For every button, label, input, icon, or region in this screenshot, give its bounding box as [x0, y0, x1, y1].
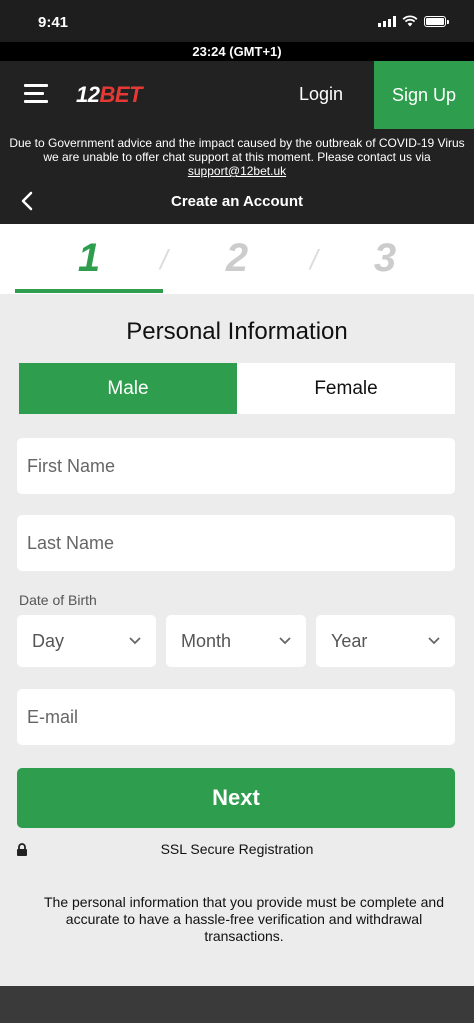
- logo-text: BET: [99, 82, 142, 107]
- chevron-down-icon: [129, 637, 141, 645]
- day-select[interactable]: Day: [17, 615, 156, 667]
- status-icons: [378, 15, 449, 27]
- brand-logo[interactable]: 12BET: [76, 82, 142, 108]
- month-select-label: Month: [181, 630, 232, 651]
- step-1: 1: [77, 236, 101, 280]
- signal-icon: [378, 15, 396, 27]
- gender-toggle: Male Female: [19, 363, 455, 414]
- month-select[interactable]: Month: [166, 615, 306, 667]
- signup-button[interactable]: Sign Up: [374, 61, 474, 129]
- step-indicator: 1 / 2 / 3: [0, 224, 474, 294]
- logo-number: 12: [76, 82, 100, 107]
- ssl-note: SSL Secure Registration: [160, 841, 314, 857]
- step-3: 3: [373, 236, 397, 280]
- section-title: Personal Information: [126, 318, 348, 345]
- footer-bar: [0, 986, 474, 1023]
- notice-text: Due to Government advice and the impact …: [9, 136, 465, 164]
- year-select-label: Year: [331, 630, 368, 651]
- status-bar: 9:41: [0, 0, 474, 42]
- email-field[interactable]: [17, 689, 455, 745]
- next-button[interactable]: Next: [17, 768, 455, 828]
- disclaimer-text: The personal information that you provid…: [43, 894, 444, 944]
- support-email-link[interactable]: support@12bet.uk: [188, 164, 286, 178]
- wifi-icon: [402, 15, 418, 27]
- status-time: 9:41: [38, 14, 69, 31]
- server-clock: 23:24 (GMT+1): [0, 42, 474, 61]
- gender-male-option[interactable]: Male: [19, 363, 237, 414]
- active-step-underline: [15, 289, 163, 293]
- page-title: Create an Account: [171, 193, 303, 210]
- year-select[interactable]: Year: [316, 615, 455, 667]
- chevron-down-icon: [279, 637, 291, 645]
- page-header: Create an Account: [0, 179, 474, 224]
- login-link[interactable]: Login: [299, 84, 343, 105]
- dob-label: Date of Birth: [19, 592, 97, 608]
- last-name-field[interactable]: [17, 515, 455, 571]
- covid-notice: Due to Government advice and the impact …: [0, 129, 474, 179]
- gender-female-option[interactable]: Female: [237, 363, 455, 414]
- top-navbar: 12BET Login Sign Up: [0, 61, 474, 129]
- battery-icon: [424, 15, 449, 27]
- menu-icon[interactable]: [24, 84, 48, 104]
- chevron-down-icon: [428, 637, 440, 645]
- first-name-field[interactable]: [17, 438, 455, 494]
- day-select-label: Day: [32, 630, 65, 651]
- step-2: 2: [225, 236, 249, 280]
